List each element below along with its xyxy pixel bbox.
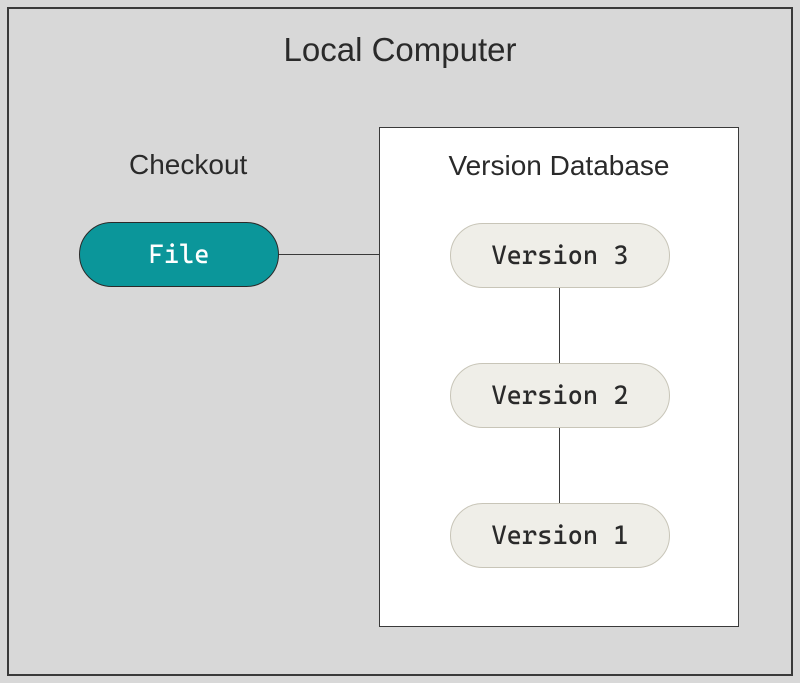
version-1-node: Version 1: [450, 503, 670, 568]
local-computer-box: Local Computer Checkout File Version Dat…: [7, 7, 793, 676]
version-database-title: Version Database: [380, 150, 738, 182]
diagram-title: Local Computer: [9, 31, 791, 69]
version3-to-version2-connector: [559, 288, 560, 363]
checkout-label: Checkout: [129, 149, 247, 181]
file-node-label: File: [149, 240, 210, 270]
file-node: File: [79, 222, 279, 287]
version-3-node: Version 3: [450, 223, 670, 288]
version-3-label: Version 3: [491, 241, 628, 271]
version2-to-version1-connector: [559, 428, 560, 503]
version-2-label: Version 2: [491, 381, 628, 411]
version-database-box: Version Database Version 3 Version 2 Ver…: [379, 127, 739, 627]
version-1-label: Version 1: [491, 521, 628, 551]
version-2-node: Version 2: [450, 363, 670, 428]
